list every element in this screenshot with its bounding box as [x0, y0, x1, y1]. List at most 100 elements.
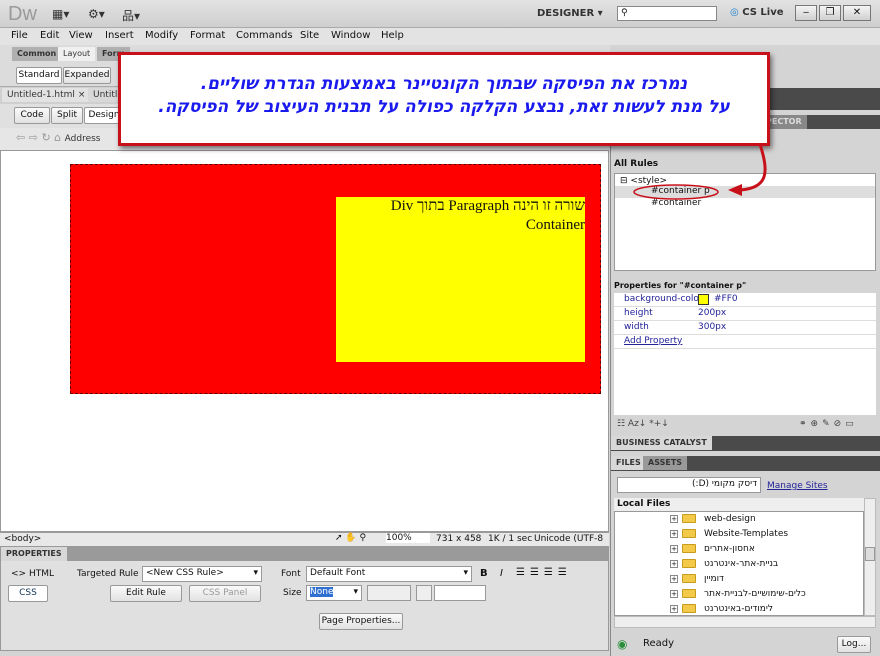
menu-file[interactable]: File [11, 30, 28, 41]
split-view-button[interactable]: Split [51, 107, 83, 124]
search-icon: ⚲ [621, 8, 628, 18]
folder-icon [682, 514, 696, 523]
tab-layout[interactable]: Layout [58, 47, 96, 61]
manage-sites-link[interactable]: Manage Sites [767, 481, 828, 491]
globe-status-icon: ◉ [617, 637, 628, 651]
forward-icon[interactable]: ⇨ [29, 131, 38, 144]
menu-window[interactable]: Window [331, 30, 370, 41]
file-item[interactable]: + web-design [670, 514, 756, 528]
site-select[interactable]: דיסק מקומי (D:) [617, 477, 761, 493]
home-icon[interactable]: ⌂ [54, 131, 61, 144]
cs-live-icon: ◎ [730, 7, 739, 18]
menu-help[interactable]: Help [381, 30, 404, 41]
refresh-icon[interactable]: ↻ [41, 131, 50, 144]
layout-icon[interactable]: ▦▾ [52, 7, 69, 21]
callout-line-2: על מנת לעשות זאת, נבצע הקלקה כפולה על תב… [158, 97, 730, 117]
size-unit-select[interactable] [367, 585, 411, 601]
menu-site[interactable]: Site [300, 30, 319, 41]
code-view-button[interactable]: Code [14, 107, 50, 124]
encoding: Unicode (UTF-8 [534, 534, 604, 544]
folder-icon [682, 529, 696, 538]
minimize-button[interactable]: ‒ [795, 5, 817, 21]
properties-tab[interactable]: PROPERTIES [1, 547, 67, 561]
font-label: Font [281, 569, 301, 579]
callout-arrow [633, 143, 767, 200]
file-item[interactable]: + דומיין [670, 574, 724, 588]
search-input[interactable]: ⚲ [617, 6, 717, 21]
css-action-icons[interactable]: ⚭⊕✎⊘▭ [799, 419, 858, 429]
window-size[interactable]: 731 x 458 [436, 534, 481, 544]
css-view-toggle-icons[interactable]: ☷ Az↓ *+↓ [617, 419, 669, 429]
html-mode-button[interactable]: <> HTML [11, 569, 54, 579]
doc-tab-label: Untitled-1.html [7, 90, 75, 100]
container-paragraph[interactable]: שורה זו הינה Paragraph בתוך Div Containe… [336, 197, 585, 362]
doc-tab-untitled-1[interactable]: Untitled-1.html × [2, 88, 91, 102]
back-icon[interactable]: ⇦ [16, 131, 25, 144]
status-bar: <body> ➚ ✋ ⚲ 100% 731 x 458 1K / 1 sec U… [0, 532, 609, 546]
menu-edit[interactable]: Edit [40, 30, 59, 41]
tab-files[interactable]: FILES [611, 456, 646, 470]
menu-view[interactable]: View [69, 30, 93, 41]
color-swatch[interactable] [698, 294, 709, 305]
folder-icon [682, 559, 696, 568]
color-input[interactable] [434, 585, 486, 601]
size-select[interactable]: None ▾ [306, 585, 362, 601]
standard-mode-button[interactable]: Standard [16, 67, 62, 84]
folder-icon [682, 544, 696, 553]
menu-commands[interactable]: Commands [236, 30, 293, 41]
file-item[interactable]: + כלים-שימושיים-לבניית-אתר [670, 589, 806, 603]
color-picker[interactable] [416, 585, 432, 601]
file-item[interactable]: + בניית-אתר-אינטרנט [670, 559, 778, 573]
align-buttons[interactable]: ☰☰☰☰ [516, 567, 572, 578]
restore-button[interactable]: ❐ [819, 5, 841, 21]
tab-assets[interactable]: ASSETS [643, 456, 688, 470]
menu-bar: File Edit View Insert Modify Format Comm… [0, 28, 880, 45]
targeted-rule-select[interactable]: <New CSS Rule> ▾ [142, 566, 262, 582]
site-icon[interactable]: 品▾ [122, 7, 140, 24]
vertical-scrollbar[interactable] [864, 498, 876, 616]
log-button[interactable]: Log... [837, 636, 871, 653]
css-panel-button[interactable]: CSS Panel [189, 585, 261, 602]
prop-row-height[interactable]: height 200px [614, 307, 876, 321]
bold-button[interactable]: B [480, 568, 488, 579]
add-property-link[interactable]: Add Property [614, 335, 876, 349]
prop-row-background-color[interactable]: background-color #FF0 [614, 293, 876, 307]
file-item[interactable]: + אחסון-אתרים [670, 544, 755, 558]
tab-common[interactable]: Common [12, 47, 62, 61]
local-files-header: Local Files [614, 498, 864, 511]
horizontal-scrollbar[interactable] [614, 616, 876, 628]
properties-empty-area [614, 349, 876, 415]
expanded-mode-button[interactable]: Expanded [63, 67, 111, 84]
menu-insert[interactable]: Insert [105, 30, 134, 41]
italic-button[interactable]: I [500, 568, 503, 579]
edit-rule-button[interactable]: Edit Rule [110, 585, 182, 602]
gear-icon[interactable]: ⚙▾ [88, 7, 105, 21]
tag-selector[interactable]: <body> [4, 534, 41, 544]
page-properties-button[interactable]: Page Properties... [319, 613, 403, 630]
dreamweaver-logo: Dw [8, 3, 37, 25]
tab-business-catalyst[interactable]: BUSINESS CATALYST [611, 436, 712, 450]
close-button[interactable]: ✕ [843, 5, 871, 21]
menu-modify[interactable]: Modify [145, 30, 178, 41]
files-status: Ready [643, 638, 675, 649]
select-tool-icon[interactable]: ➚ ✋ ⚲ [335, 533, 366, 543]
workspace-switcher[interactable]: DESIGNER ▾ [537, 8, 603, 19]
business-catalyst-header: BUSINESS CATALYST [611, 436, 880, 451]
css-mode-button[interactable]: CSS [8, 585, 48, 602]
close-tab-icon[interactable]: × [78, 90, 86, 100]
prop-row-width[interactable]: width 300px [614, 321, 876, 335]
properties-header: PROPERTIES [1, 547, 608, 561]
file-item[interactable]: + Website-Templates [670, 529, 788, 543]
folder-icon [682, 604, 696, 613]
zoom-select[interactable]: 100% [386, 533, 430, 543]
properties-for-title: Properties for "#container p" [614, 281, 747, 290]
folder-icon [682, 574, 696, 583]
cs-live-button[interactable]: ◎ CS Live [730, 7, 784, 18]
file-tree: + web-design + Website-Templates + אחסון-את… [614, 511, 864, 616]
font-select[interactable]: Default Font ▾ [306, 566, 472, 582]
title-bar: Dw ▦▾ ⚙▾ 品▾ DESIGNER ▾ ⚲ ◎ CS Live ‒ ❐ ✕ [0, 0, 880, 28]
menu-format[interactable]: Format [190, 30, 225, 41]
size-label: Size [283, 588, 302, 598]
workspace-label: DESIGNER [537, 8, 595, 19]
targeted-rule-label: Targeted Rule [77, 569, 139, 579]
